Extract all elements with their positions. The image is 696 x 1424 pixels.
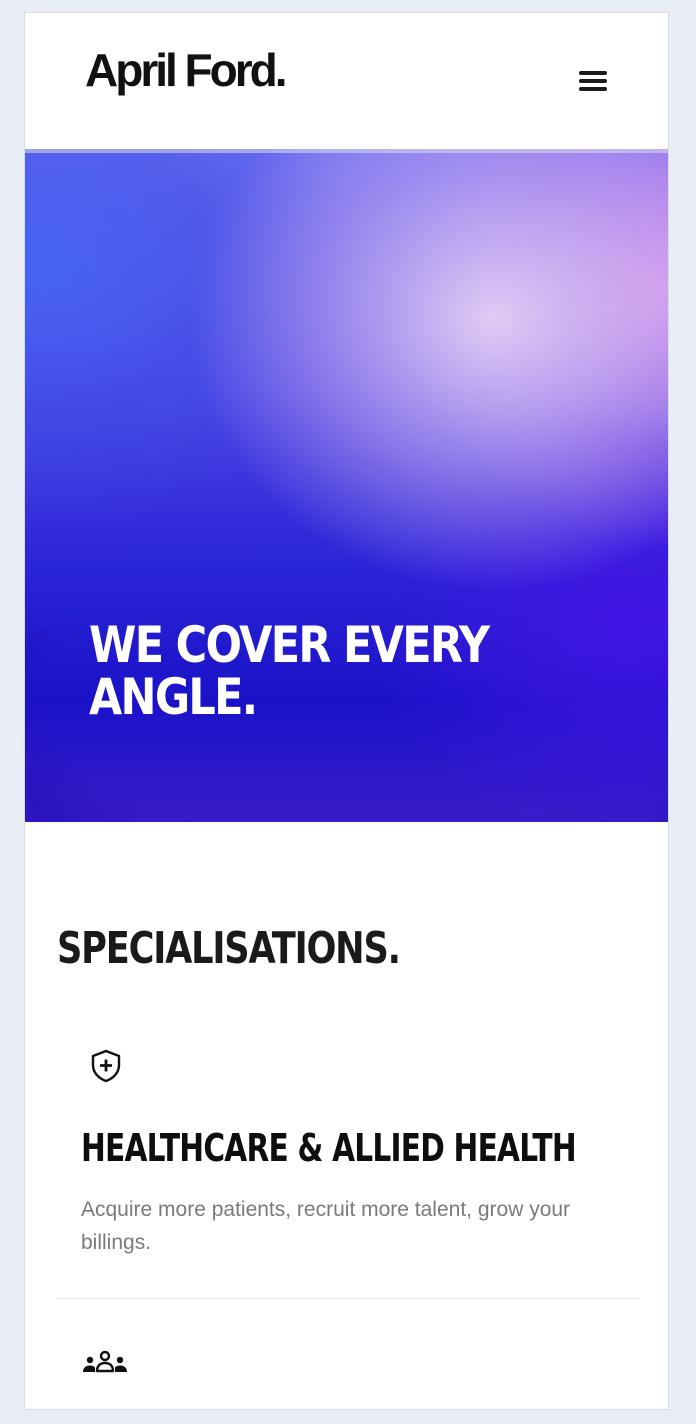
page-frame: April Ford. WE COVER EVERY ANGLE. SPECIA… (24, 12, 669, 1410)
menu-button[interactable] (573, 65, 613, 97)
specialisation-item-second[interactable] (57, 1299, 638, 1409)
people-group-icon (83, 1350, 127, 1373)
logo[interactable]: April Ford. (85, 47, 288, 93)
hero-banner: WE COVER EVERY ANGLE. (25, 149, 668, 822)
specialisations-title: SPECIALISATIONS. (57, 923, 401, 974)
site-header: April Ford. (25, 13, 668, 149)
hamburger-menu-icon (579, 71, 607, 91)
specialisation-heading: HEALTHCARE & ALLIED HEALTH (81, 1126, 577, 1170)
hero-title: WE COVER EVERY ANGLE. (89, 616, 490, 726)
shield-plus-icon (91, 1049, 121, 1083)
specialisation-item-healthcare[interactable]: HEALTHCARE & ALLIED HEALTH Acquire more … (57, 1043, 638, 1299)
specialisation-description: Acquire more patients, recruit more tale… (81, 1198, 571, 1254)
